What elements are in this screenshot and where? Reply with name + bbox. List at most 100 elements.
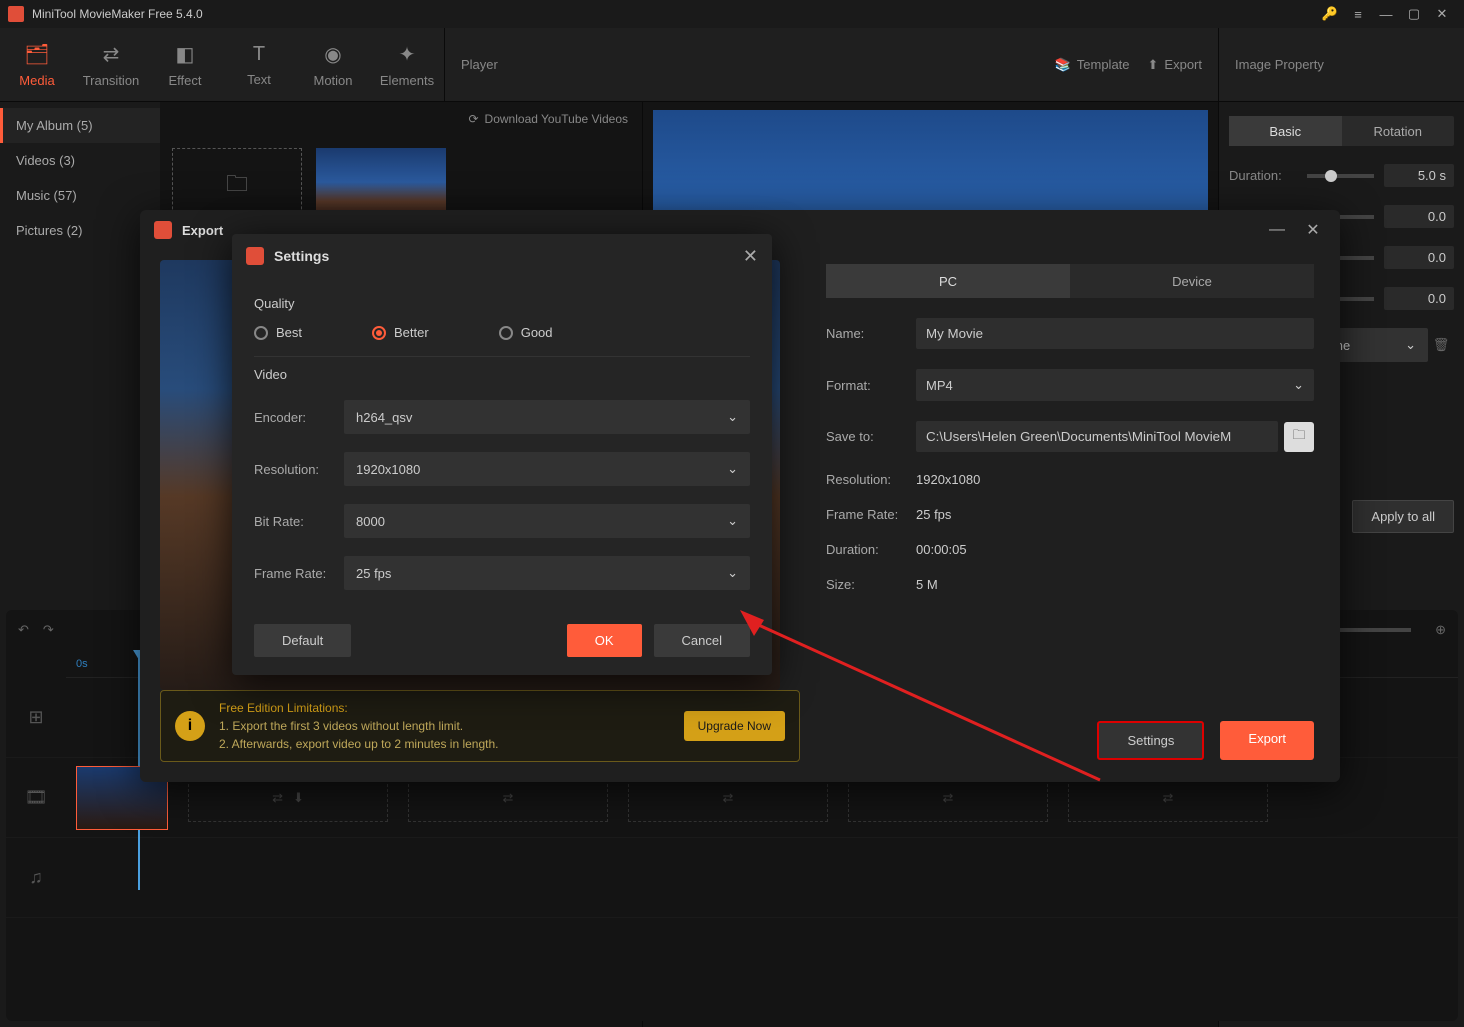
toolbar-media[interactable]: 🗂Media (0, 28, 74, 101)
sidebar-item-music[interactable]: Music (57) (0, 178, 160, 213)
export-minimize-button[interactable]: — (1264, 221, 1290, 239)
maximize-button[interactable]: ▢ (1400, 0, 1428, 28)
titlebar: MiniTool MovieMaker Free 5.4.0 🔑 ≡ — ▢ ✕ (0, 0, 1464, 28)
export-tab-pc[interactable]: PC (826, 264, 1070, 298)
bitrate-select[interactable]: 8000⌄ (344, 504, 750, 538)
settings-dialog: Settings ✕ Quality Best Better Good Vide… (232, 234, 772, 675)
settings-button[interactable]: Settings (1097, 721, 1204, 760)
redo-icon[interactable]: ↷ (43, 622, 54, 638)
toolbar-transition[interactable]: ⇄Transition (74, 28, 148, 101)
sparkle-icon: ✦ (399, 42, 416, 67)
settings-resolution-select[interactable]: 1920x1080⌄ (344, 452, 750, 486)
quality-good-radio[interactable]: Good (499, 325, 553, 340)
zoom-in-icon[interactable]: ⊕ (1435, 622, 1446, 638)
swap-icon: ⇄ (1163, 790, 1174, 806)
encoder-label: Encoder: (254, 410, 344, 425)
saveto-label: Save to: (826, 429, 916, 444)
sidebar-item-videos[interactable]: Videos (3) (0, 143, 160, 178)
transition-icon: ⇄ (103, 42, 120, 67)
undo-icon[interactable]: ↶ (18, 622, 29, 638)
toolbar-elements[interactable]: ✦Elements (370, 28, 444, 101)
hamburger-menu-icon[interactable]: ≡ (1344, 0, 1372, 28)
swap-icon: ⇄ (943, 790, 954, 806)
chevron-down-icon: ⌄ (727, 513, 738, 529)
export-button-top[interactable]: ⬆Export (1148, 57, 1202, 73)
export-close-button[interactable]: ✕ (1300, 220, 1326, 240)
tab-rotation[interactable]: Rotation (1342, 116, 1455, 146)
framerate-value: 25 fps (916, 507, 951, 522)
cloud-download-icon: ⟳ (468, 112, 478, 126)
effect-icon: ◧ (176, 42, 195, 67)
toolbar-effect[interactable]: ◧Effect (148, 28, 222, 101)
close-window-button[interactable]: ✕ (1428, 0, 1456, 28)
tab-basic[interactable]: Basic (1229, 116, 1342, 146)
duration-value: 5.0 s (1384, 164, 1454, 187)
player-label: Player (461, 57, 498, 72)
chevron-down-icon: ⌄ (727, 461, 738, 477)
sidebar-item-my-album[interactable]: My Album (5) (0, 108, 160, 143)
download-slot-icon: ⬇ (293, 790, 304, 806)
duration-slider[interactable] (1307, 174, 1375, 178)
browse-folder-button[interactable]: 🗀 (1284, 422, 1314, 452)
upgrade-now-button[interactable]: Upgrade Now (684, 711, 785, 741)
encoder-select[interactable]: h264_qsv⌄ (344, 400, 750, 434)
video-track-icon: 🎞 (6, 758, 66, 837)
default-button[interactable]: Default (254, 624, 351, 657)
export-confirm-button[interactable]: Export (1220, 721, 1314, 760)
settings-resolution-label: Resolution: (254, 462, 344, 477)
limits-line2: 2. Afterwards, export video up to 2 minu… (219, 735, 670, 753)
settings-framerate-select[interactable]: 25 fps⌄ (344, 556, 750, 590)
settings-framerate-label: Frame Rate: (254, 566, 344, 581)
swap-icon: ⇄ (723, 790, 734, 806)
name-input[interactable] (916, 318, 1314, 349)
chevron-down-icon: ⌄ (727, 565, 738, 581)
stack-icon: 📚 (1055, 57, 1071, 73)
chevron-down-icon: ⌄ (1405, 337, 1416, 353)
format-label: Format: (826, 378, 916, 393)
cancel-button[interactable]: Cancel (654, 624, 750, 657)
download-youtube-link[interactable]: ⟳Download YouTube Videos (468, 112, 628, 126)
size-label: Size: (826, 577, 916, 592)
export-tab-device[interactable]: Device (1070, 264, 1314, 298)
track-add-icon[interactable]: ⊞ (6, 678, 66, 757)
resolution-label: Resolution: (826, 472, 916, 487)
video-heading: Video (254, 367, 750, 382)
bitrate-label: Bit Rate: (254, 514, 344, 529)
export-duration-label: Duration: (826, 542, 916, 557)
toolbar-motion[interactable]: ◉Motion (296, 28, 370, 101)
saveto-input[interactable] (916, 421, 1278, 452)
prop-value-1: 0.0 (1384, 205, 1454, 228)
settings-logo-icon (246, 247, 264, 265)
folder-plus-icon: 🗀 (226, 167, 248, 205)
free-limitations-banner: i Free Edition Limitations: 1. Export th… (160, 690, 800, 762)
format-select[interactable]: MP4⌄ (916, 369, 1314, 401)
audio-track-icon: ♫ (6, 838, 66, 917)
license-key-icon[interactable]: 🔑 (1316, 0, 1344, 28)
app-logo-icon (8, 6, 24, 22)
template-button[interactable]: 📚Template (1055, 57, 1130, 73)
limits-line1: 1. Export the first 3 videos without len… (219, 717, 670, 735)
quality-better-radio[interactable]: Better (372, 325, 429, 340)
ok-button[interactable]: OK (567, 624, 642, 657)
app-title: MiniTool MovieMaker Free 5.4.0 (32, 7, 1316, 21)
name-label: Name: (826, 326, 916, 341)
settings-close-button[interactable]: ✕ (743, 246, 758, 267)
trash-icon[interactable]: 🗑 (1428, 337, 1454, 353)
folder-icon: 🗀 (1292, 426, 1305, 448)
chevron-down-icon: ⌄ (727, 409, 738, 425)
framerate-label: Frame Rate: (826, 507, 916, 522)
sidebar-item-pictures[interactable]: Pictures (2) (0, 213, 160, 248)
settings-title: Settings (274, 248, 733, 264)
chevron-down-icon: ⌄ (1293, 377, 1304, 393)
quality-best-radio[interactable]: Best (254, 325, 302, 340)
limits-heading: Free Edition Limitations: (219, 699, 670, 717)
toolbar-text[interactable]: TText (222, 28, 296, 101)
apply-to-all-button[interactable]: Apply to all (1352, 500, 1454, 533)
minimize-button[interactable]: — (1372, 0, 1400, 28)
export-icon: ⬆ (1148, 57, 1159, 73)
duration-label: Duration: (1229, 168, 1297, 183)
motion-icon: ◉ (324, 42, 341, 67)
export-duration-value: 00:00:05 (916, 542, 967, 557)
text-icon: T (253, 43, 265, 66)
quality-heading: Quality (254, 296, 750, 311)
